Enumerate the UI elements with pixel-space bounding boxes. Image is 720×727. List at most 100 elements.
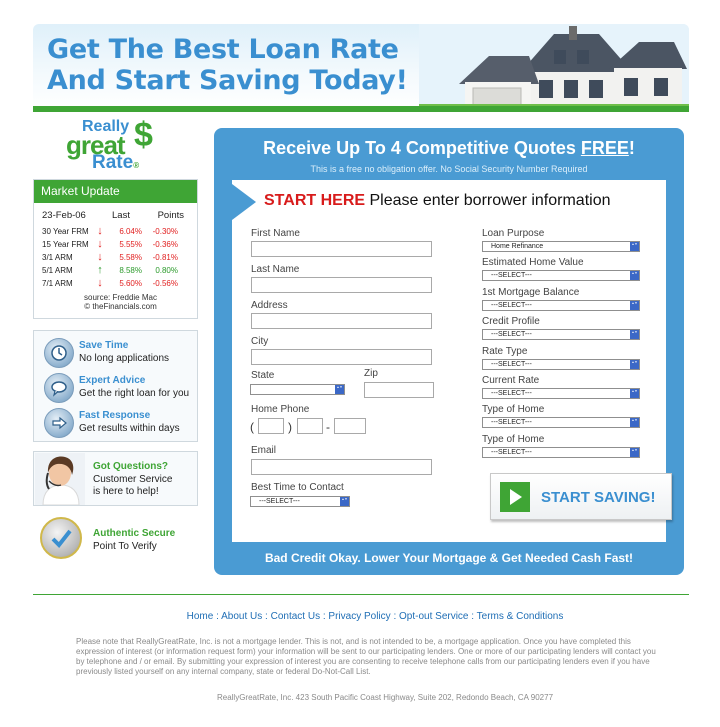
market-row: 3/1 ARM ↓ 5.58% -0.81% bbox=[34, 251, 197, 264]
loan-field-select[interactable]: ---SELECT--- bbox=[482, 299, 640, 311]
market-row-points: -0.36% bbox=[152, 240, 178, 249]
zip-input[interactable] bbox=[364, 382, 434, 398]
clock-icon bbox=[44, 338, 74, 368]
footer-link[interactable]: Terms & Conditions bbox=[477, 611, 564, 622]
feature-title: Expert Advice bbox=[79, 375, 146, 386]
market-row-name: 15 Year FRM bbox=[42, 240, 89, 249]
footer-link-separator: : bbox=[468, 611, 477, 622]
start-here-label: START HERE bbox=[264, 192, 366, 209]
market-row-name: 7/1 ARM bbox=[42, 279, 73, 288]
feature-expert-advice: Expert Advice Get the right loan for you bbox=[44, 373, 194, 405]
form-area: START HERE Please enter borrower informa… bbox=[232, 180, 672, 542]
market-update-title: Market Update bbox=[34, 180, 197, 203]
customer-service-box[interactable]: Got Questions? Customer Service is here … bbox=[33, 451, 198, 506]
support-agent-image bbox=[35, 453, 85, 505]
loan-field-select[interactable]: ---SELECT--- bbox=[482, 270, 640, 282]
market-row: 7/1 ARM ↓ 5.60% -0.56% bbox=[34, 277, 197, 290]
footer-link-separator: : bbox=[390, 611, 400, 622]
phone-prefix-input[interactable] bbox=[297, 418, 323, 434]
last-name-input[interactable] bbox=[251, 277, 432, 293]
headline: Get The Best Loan Rate And Start Saving … bbox=[47, 34, 408, 96]
arrow-down-icon: ↓ bbox=[97, 238, 103, 250]
loan-field-select[interactable]: Home Refinance bbox=[482, 241, 640, 252]
start-saving-label: START SAVING! bbox=[541, 489, 656, 506]
address-input[interactable] bbox=[251, 313, 432, 329]
footer-links: Home : About Us : Contact Us : Privacy P… bbox=[0, 611, 720, 622]
support-title: Got Questions? bbox=[93, 461, 168, 472]
best-time-label: Best Time to Contact bbox=[251, 482, 344, 493]
loan-field-label: Credit Profile bbox=[482, 316, 540, 328]
footer-link[interactable]: Privacy Policy bbox=[328, 611, 390, 622]
market-row-points: -0.30% bbox=[152, 227, 178, 236]
footer-link[interactable]: About Us bbox=[221, 611, 262, 622]
loan-field-select[interactable]: ---SELECT--- bbox=[482, 388, 640, 399]
quote-form-panel: Receive Up To 4 Competitive Quotes FREE!… bbox=[214, 128, 684, 575]
logo-registered: ® bbox=[133, 161, 140, 170]
panel-subtitle: This is a free no obligation offer. No S… bbox=[310, 164, 588, 174]
loan-field-select[interactable]: ---SELECT--- bbox=[482, 446, 640, 458]
last-name-label: Last Name bbox=[251, 264, 300, 275]
feature-desc: No long applications bbox=[79, 353, 170, 364]
market-row-last: 5.60% bbox=[119, 279, 142, 288]
loan-field-label: 1st Mortgage Balance bbox=[482, 286, 580, 298]
loan-field-label: Type of Home bbox=[482, 433, 545, 445]
start-saving-button[interactable]: START SAVING! bbox=[490, 473, 672, 520]
city-input[interactable] bbox=[251, 349, 432, 365]
house-image bbox=[419, 24, 689, 110]
footer-divider bbox=[33, 594, 689, 595]
email-label: Email bbox=[251, 445, 277, 456]
loan-field-select[interactable]: ---SELECT--- bbox=[482, 417, 640, 429]
best-time-select[interactable]: ---SELECT--- bbox=[250, 496, 350, 507]
header-divider bbox=[33, 106, 689, 112]
security-seal-icon[interactable] bbox=[40, 517, 82, 559]
phone-open-paren: ( bbox=[250, 420, 254, 434]
home-phone-label: Home Phone bbox=[251, 404, 310, 415]
market-date: 23-Feb-06 bbox=[42, 210, 86, 221]
secure-title: Authentic Secure bbox=[93, 528, 176, 539]
headline-line-2: And Start Saving Today! bbox=[47, 65, 408, 96]
play-icon bbox=[500, 482, 530, 512]
footer-link[interactable]: Home bbox=[187, 611, 214, 622]
phone-close-paren: ) bbox=[288, 420, 292, 434]
feature-title: Save Time bbox=[79, 340, 129, 351]
market-row: 30 Year FRM ↓ 6.04% -0.30% bbox=[34, 225, 197, 238]
market-header: 23-Feb-06 Last Points bbox=[34, 203, 197, 225]
panel-title-prefix: Receive Up To 4 Competitive Quotes bbox=[263, 138, 581, 158]
panel-title-free: FREE bbox=[580, 138, 629, 158]
logo-rate-text: Rate bbox=[92, 152, 134, 173]
zip-label: Zip bbox=[364, 368, 378, 379]
market-source: source: Freddie Mac © theFinancials.com bbox=[34, 293, 197, 311]
first-name-label: First Name bbox=[251, 228, 300, 239]
feature-title: Fast Response bbox=[79, 410, 151, 421]
state-select[interactable] bbox=[250, 384, 345, 395]
city-label: City bbox=[251, 336, 269, 347]
panel-title: Receive Up To 4 Competitive Quotes FREE! bbox=[214, 138, 684, 159]
email-input[interactable] bbox=[251, 459, 432, 475]
loan-field-select[interactable]: ---SELECT--- bbox=[482, 329, 640, 341]
footer-link[interactable]: Opt-out Service bbox=[399, 611, 468, 622]
panel-footer-text: Bad Credit Okay. Lower Your Mortgage & G… bbox=[264, 551, 634, 565]
logo[interactable]: Really great $ Rate® bbox=[62, 116, 172, 176]
market-row-last: 5.55% bbox=[119, 240, 142, 249]
market-update-box: Market Update 23-Feb-06 Last Points 30 Y… bbox=[33, 179, 198, 319]
company-address: ReallyGreatRate, Inc. 423 South Pacific … bbox=[216, 693, 554, 702]
first-name-input[interactable] bbox=[251, 241, 432, 257]
loan-field-label: Estimated Home Value bbox=[482, 257, 584, 269]
footer-link-separator: : bbox=[213, 611, 222, 622]
loan-field-label: Current Rate bbox=[482, 375, 540, 386]
market-row: 15 Year FRM ↓ 5.55% -0.36% bbox=[34, 238, 197, 251]
authentic-secure-badge[interactable]: Authentic Secure Point To Verify bbox=[40, 517, 200, 562]
market-row: 5/1 ARM ↑ 8.58% 0.80% bbox=[34, 264, 197, 277]
phone-area-code-input[interactable] bbox=[258, 418, 284, 434]
chat-icon bbox=[44, 373, 74, 403]
loan-field-select[interactable]: ---SELECT--- bbox=[482, 358, 640, 370]
logo-rate: Rate® bbox=[92, 152, 139, 174]
footer-link[interactable]: Contact Us bbox=[271, 611, 320, 622]
phone-line-input[interactable] bbox=[334, 418, 366, 434]
market-rows: 30 Year FRM ↓ 6.04% -0.30% 15 Year FRM ↓ 5.55%… bbox=[34, 225, 197, 290]
arrow-up-icon: ↑ bbox=[97, 264, 103, 276]
support-line-1: Customer Service bbox=[93, 474, 173, 485]
market-source-line-2: © theFinancials.com bbox=[84, 302, 157, 311]
support-desc: Customer Service is here to help! bbox=[93, 474, 172, 498]
loan-field-label: Type of Home bbox=[482, 404, 545, 416]
